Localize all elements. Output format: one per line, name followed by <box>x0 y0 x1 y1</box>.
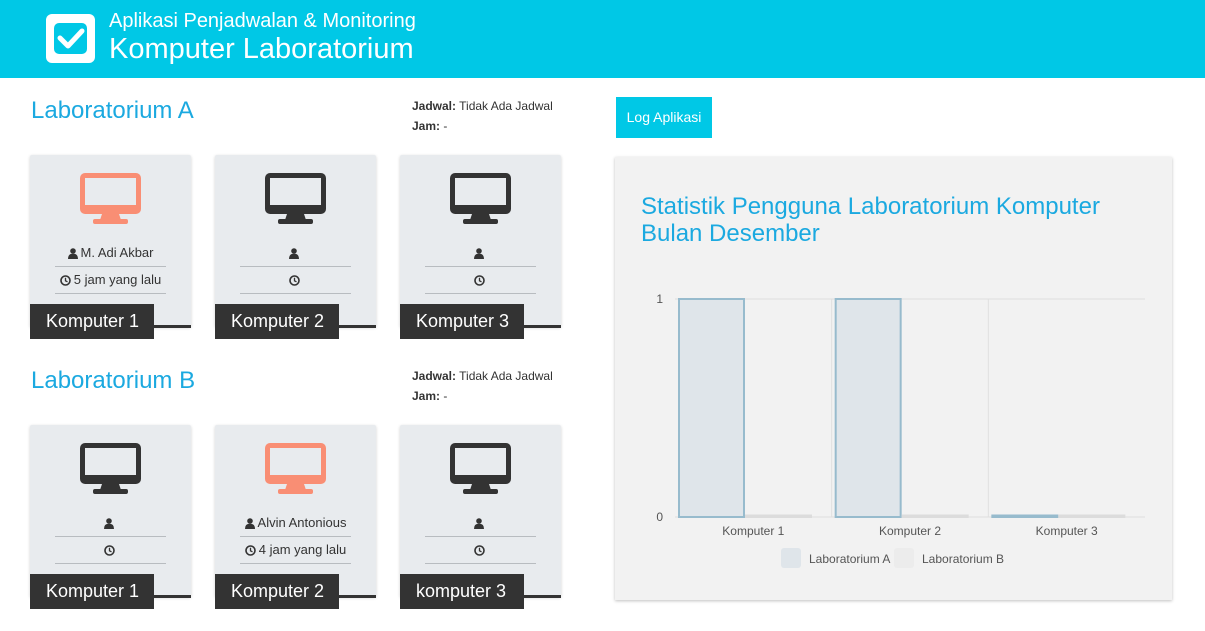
clock-icon <box>473 545 485 556</box>
lab-b-title: Laboratorium B <box>31 367 196 394</box>
app-subtitle: Aplikasi Penjadwalan & Monitoring <box>109 10 416 32</box>
jam-label: Jam: <box>412 119 441 133</box>
bar <box>901 514 969 518</box>
user-icon <box>104 518 114 530</box>
log-aplikasi-button[interactable]: Log Aplikasi <box>616 97 712 138</box>
app-title: Komputer Laboratorium <box>109 33 414 65</box>
clock-icon <box>103 545 115 556</box>
legend-label: Laboratorium A <box>809 552 890 566</box>
computer-label: Komputer 1 <box>30 574 154 609</box>
legend-label: Laboratorium B <box>922 552 1004 566</box>
user-icon <box>67 248 78 260</box>
jadwal-value: Tidak Ada Jadwal <box>459 99 553 113</box>
time-row: 4 jam yang lalu <box>240 537 351 564</box>
jam-value: - <box>443 389 448 403</box>
y-tick-label: 1 <box>656 292 663 306</box>
computer-label: Komputer 3 <box>400 304 524 339</box>
computer-card[interactable]: Komputer 1 <box>30 425 191 609</box>
lab-a-schedule: Jadwal: Tidak Ada Jadwal Jam: - <box>412 96 553 136</box>
time-row <box>240 267 351 294</box>
user-row <box>425 510 536 537</box>
bar <box>834 298 902 518</box>
computer-label: Komputer 2 <box>215 304 339 339</box>
jadwal-label: Jadwal: <box>412 369 457 383</box>
legend-swatch <box>894 548 914 568</box>
monitor-icon <box>80 443 141 494</box>
user-row: Alvin Antonious <box>240 510 351 537</box>
clock-icon <box>288 275 300 286</box>
monitor-icon <box>265 443 326 494</box>
bar <box>991 514 1059 518</box>
x-tick-label: Komputer 2 <box>879 524 941 538</box>
computer-card[interactable]: Komputer 3 <box>400 155 561 339</box>
clock-icon <box>244 545 256 556</box>
bar <box>1058 514 1126 518</box>
monitor-icon <box>80 173 141 224</box>
last-used-time: 4 jam yang lalu <box>258 542 347 557</box>
user-row: M. Adi Akbar <box>55 240 166 267</box>
app-header: Aplikasi Penjadwalan & Monitoring Komput… <box>0 0 1205 78</box>
lab-a-title: Laboratorium A <box>31 97 194 124</box>
checkbox-icon <box>46 14 95 63</box>
user-icon <box>474 518 484 530</box>
last-used-time: 5 jam yang lalu <box>73 272 162 287</box>
jam-label: Jam: <box>412 389 441 403</box>
x-tick-label: Komputer 1 <box>722 524 784 538</box>
user-name: Alvin Antonious <box>257 515 347 530</box>
time-row: 5 jam yang lalu <box>55 267 166 294</box>
statistics-panel: Statistik Pengguna Laboratorium Komputer… <box>615 157 1172 600</box>
user-row <box>55 510 166 537</box>
bar-chart: 0 1 Komputer 1 Komputer 2 Komputer 3 Laborato… <box>656 292 1145 568</box>
time-row <box>425 267 536 294</box>
jadwal-label: Jadwal: <box>412 99 457 113</box>
computer-label: Komputer 1 <box>30 304 154 339</box>
label-underbar <box>339 595 376 598</box>
computer-label: Komputer 2 <box>215 574 339 609</box>
y-tick-label: 0 <box>656 510 663 524</box>
label-underbar <box>154 325 191 328</box>
user-name: M. Adi Akbar <box>80 245 154 260</box>
monitor-icon <box>450 173 511 224</box>
time-row <box>425 537 536 564</box>
lab-b-schedule: Jadwal: Tidak Ada Jadwal Jam: - <box>412 366 553 406</box>
computer-card[interactable]: Alvin Antonious 4 jam yang lalu Komputer 2 <box>215 425 376 609</box>
clock-icon <box>59 275 71 286</box>
user-icon <box>474 248 484 260</box>
jam-value: - <box>443 119 448 133</box>
user-row <box>425 240 536 267</box>
user-icon <box>289 248 299 260</box>
label-underbar <box>524 325 561 328</box>
monitor-icon <box>265 173 326 224</box>
computer-label: komputer 3 <box>400 574 524 609</box>
label-underbar <box>154 595 191 598</box>
legend-swatch <box>781 548 801 568</box>
monitor-icon <box>450 443 511 494</box>
label-underbar <box>339 325 376 328</box>
clock-icon <box>473 275 485 286</box>
bar <box>745 514 812 518</box>
computer-card[interactable]: komputer 3 <box>400 425 561 609</box>
time-row <box>55 537 166 564</box>
x-tick-label: Komputer 3 <box>1036 524 1098 538</box>
label-underbar <box>524 595 561 598</box>
user-row <box>240 240 351 267</box>
computer-card[interactable]: M. Adi Akbar 5 jam yang lalu Komputer 1 <box>30 155 191 339</box>
jadwal-value: Tidak Ada Jadwal <box>459 369 553 383</box>
bar <box>678 298 745 518</box>
user-icon <box>244 518 255 530</box>
computer-card[interactable]: Komputer 2 <box>215 155 376 339</box>
